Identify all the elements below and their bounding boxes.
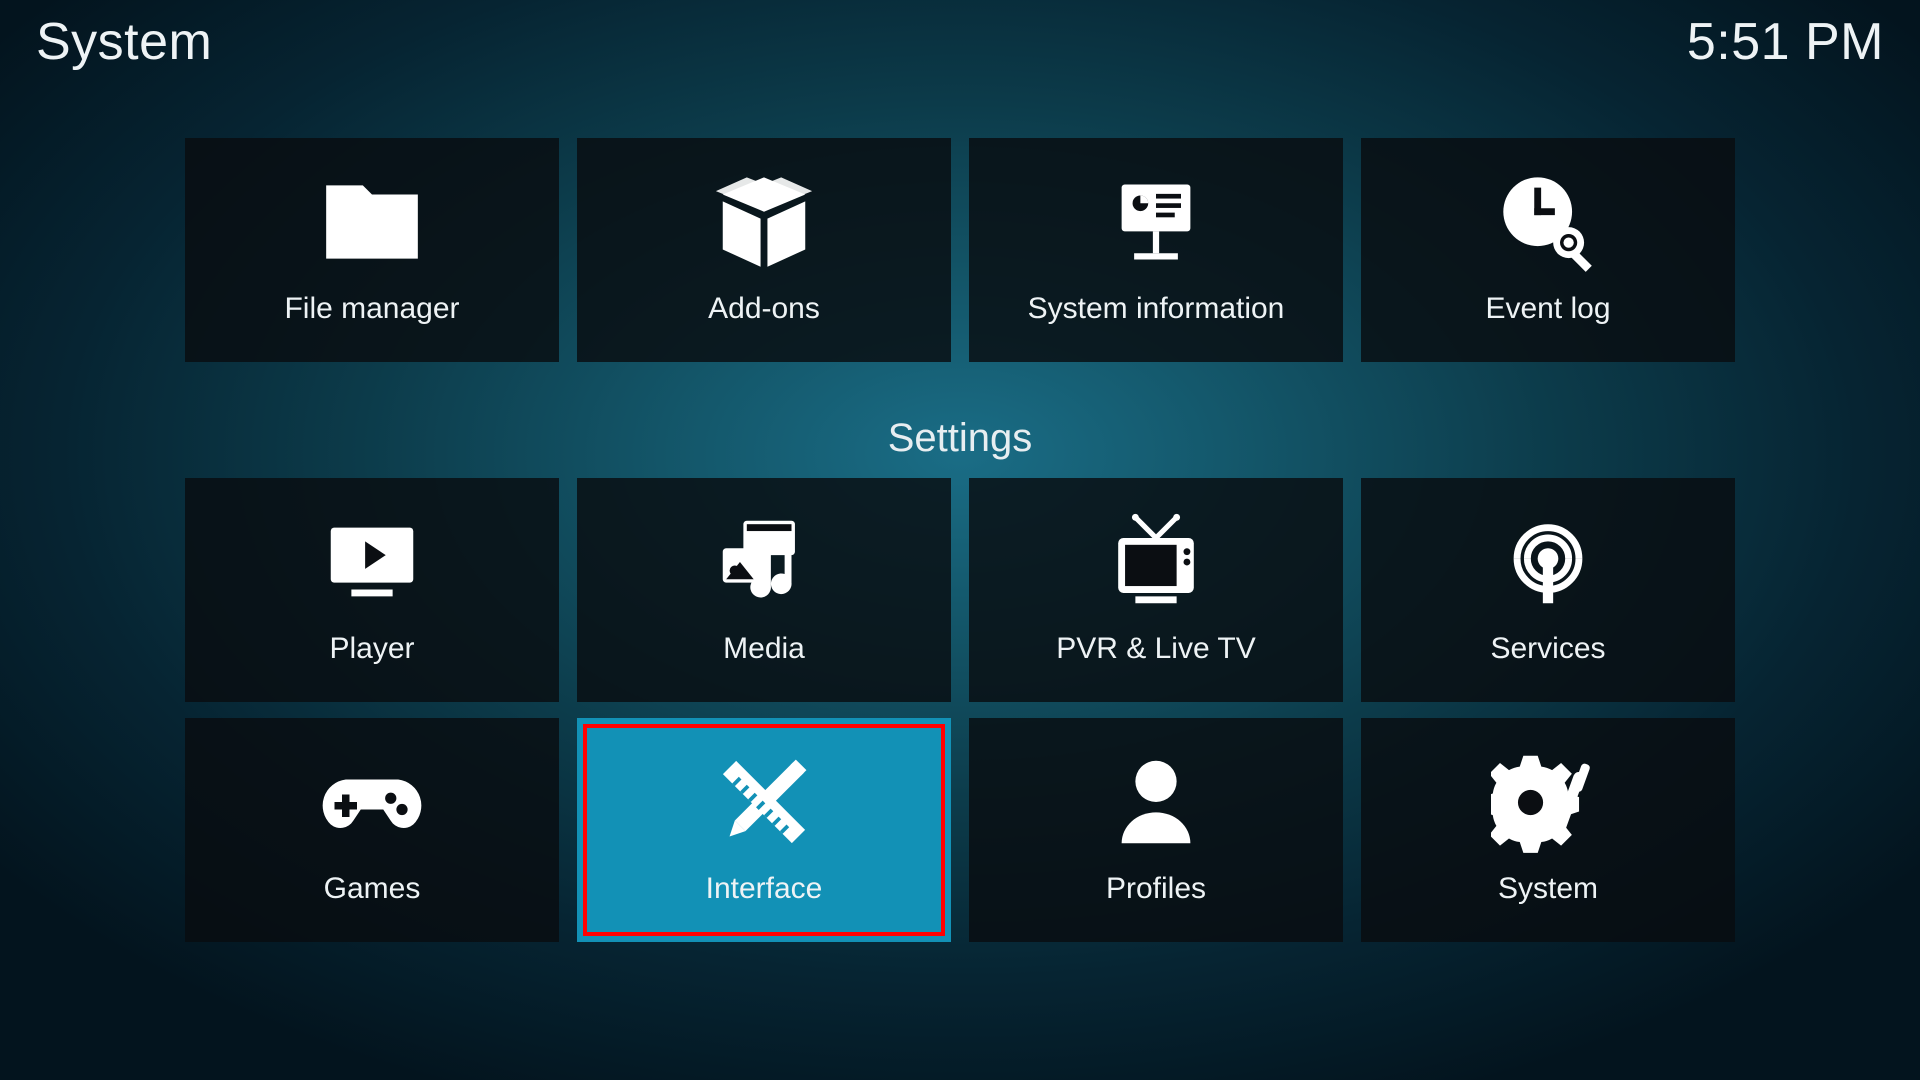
tile-services[interactable]: Services — [1361, 478, 1735, 702]
tv-icon — [1096, 502, 1216, 622]
tile-label: Services — [1490, 632, 1605, 666]
tile-label: Games — [324, 872, 421, 906]
open-box-icon — [704, 162, 824, 282]
tile-label: PVR & Live TV — [1056, 632, 1256, 666]
settings-row-1: Player Media — [0, 478, 1920, 702]
tile-event-log[interactable]: Event log — [1361, 138, 1735, 362]
tile-addons[interactable]: Add-ons — [577, 138, 951, 362]
tile-player[interactable]: Player — [185, 478, 559, 702]
tile-profiles[interactable]: Profiles — [969, 718, 1343, 942]
header: System 5:51 PM — [0, 0, 1920, 100]
tile-label: Media — [723, 632, 805, 666]
clock-search-icon — [1488, 162, 1608, 282]
tile-label: Interface — [706, 872, 823, 906]
pencil-ruler-icon — [704, 742, 824, 862]
tile-system-information[interactable]: System information — [969, 138, 1343, 362]
tile-label: Player — [329, 632, 414, 666]
tile-games[interactable]: Games — [185, 718, 559, 942]
gamepad-icon — [312, 742, 432, 862]
top-row: File manager Add-ons — [0, 138, 1920, 362]
tile-media[interactable]: Media — [577, 478, 951, 702]
presentation-icon — [1096, 162, 1216, 282]
tile-label: Add-ons — [708, 292, 820, 326]
media-collection-icon — [704, 502, 824, 622]
clock: 5:51 PM — [1687, 12, 1884, 72]
section-label-settings: Settings — [0, 416, 1920, 461]
gear-tools-icon — [1488, 742, 1608, 862]
tile-label: Profiles — [1106, 872, 1206, 906]
tile-interface[interactable]: Interface — [577, 718, 951, 942]
page-title: System — [36, 12, 212, 72]
tile-label: Event log — [1485, 292, 1610, 326]
antenna-icon — [1488, 502, 1608, 622]
folder-icon — [312, 162, 432, 282]
tile-label: File manager — [284, 292, 459, 326]
settings-row-2: Games In — [0, 718, 1920, 942]
monitor-play-icon — [312, 502, 432, 622]
tile-file-manager[interactable]: File manager — [185, 138, 559, 362]
tile-pvr[interactable]: PVR & Live TV — [969, 478, 1343, 702]
tile-label: System — [1498, 872, 1598, 906]
tile-label: System information — [1028, 292, 1285, 326]
tile-system[interactable]: System — [1361, 718, 1735, 942]
user-icon — [1096, 742, 1216, 862]
